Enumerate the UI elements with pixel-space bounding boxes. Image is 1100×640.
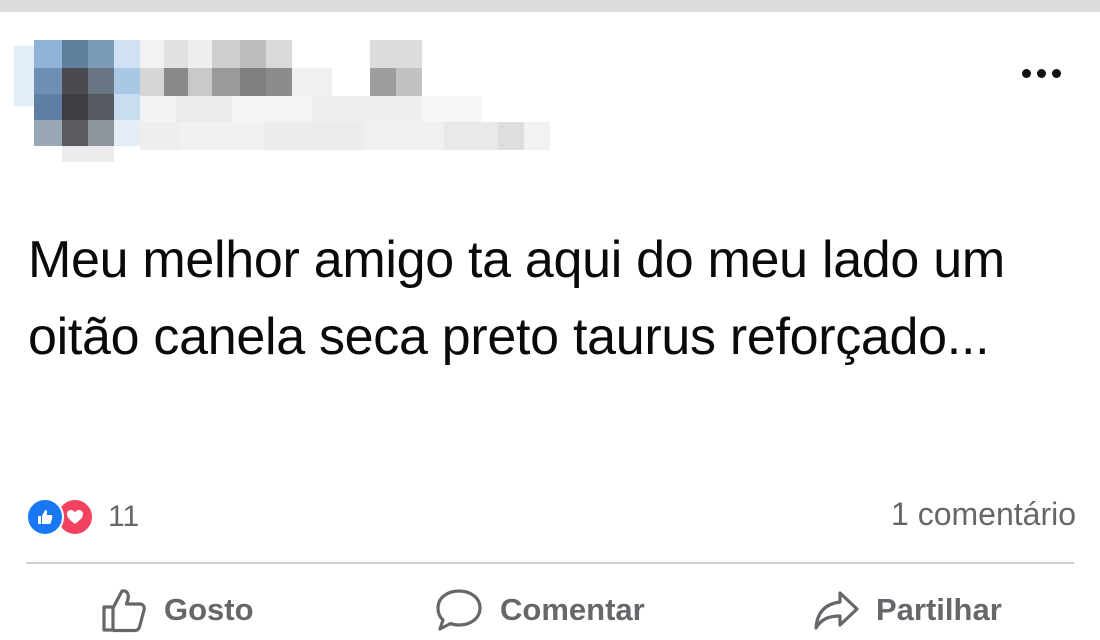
share-arrow-icon (812, 587, 860, 633)
reactions-summary[interactable]: 11 (26, 498, 139, 536)
like-label: Gosto (164, 592, 254, 627)
like-icon (26, 498, 64, 536)
more-options-button[interactable] (1012, 58, 1070, 88)
comment-label: Comentar (500, 592, 645, 627)
author-header-blurred (14, 26, 574, 166)
thumbs-up-icon (100, 587, 148, 633)
share-label: Partilhar (876, 592, 1002, 627)
more-dot (1051, 68, 1061, 78)
post-text: Meu melhor amigo ta aqui do meu lado um … (28, 231, 1005, 366)
more-dot (1021, 68, 1031, 78)
top-separator (0, 0, 1100, 12)
comment-bubble-icon (434, 587, 484, 633)
reaction-count: 11 (108, 500, 140, 533)
share-button[interactable]: Partilhar (812, 580, 1002, 640)
post-stats: 11 1 comentário (26, 494, 1076, 540)
comments-count[interactable]: 1 comentário (891, 496, 1076, 533)
like-button[interactable]: Gosto (100, 580, 254, 640)
post-actions-bar: Gosto Comentar Partilhar (0, 580, 1100, 640)
comment-button[interactable]: Comentar (434, 580, 645, 640)
more-dot (1036, 68, 1046, 78)
actions-divider (26, 562, 1074, 564)
